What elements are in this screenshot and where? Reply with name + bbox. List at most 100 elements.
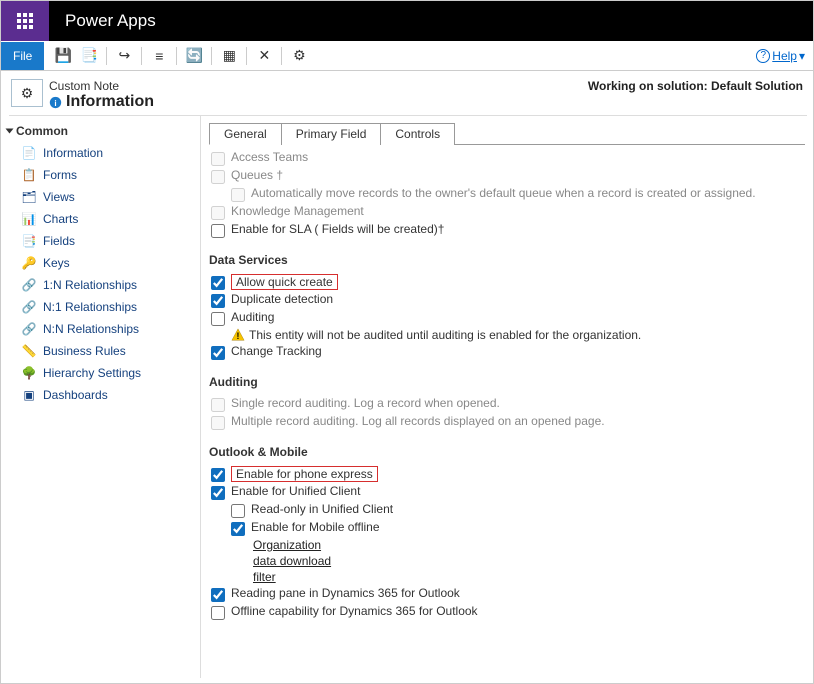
sidebar-item-label: Dashboards bbox=[43, 388, 108, 402]
file-button[interactable]: File bbox=[1, 42, 44, 70]
share-icon[interactable]: ↪ bbox=[113, 45, 135, 67]
chevron-down-icon: ▾ bbox=[799, 49, 805, 63]
save-icon[interactable]: 💾 bbox=[52, 45, 74, 67]
svg-text:!: ! bbox=[237, 331, 240, 341]
label: Read-only in Unified Client bbox=[251, 502, 393, 516]
sidebar-item-hierarchy[interactable]: 🌳Hierarchy Settings bbox=[1, 362, 200, 384]
waffle-icon bbox=[17, 13, 33, 29]
label: Change Tracking bbox=[231, 344, 322, 358]
checkbox-duplicate[interactable] bbox=[211, 294, 225, 308]
label: Enable for Mobile offline bbox=[251, 520, 380, 534]
sidebar-item-keys[interactable]: 🔑Keys bbox=[1, 252, 200, 274]
checkbox-sla[interactable] bbox=[211, 224, 225, 238]
sidebar-item-forms[interactable]: 📋Forms bbox=[1, 164, 200, 186]
settings-icon[interactable]: ⚙ bbox=[288, 45, 310, 67]
save-close-icon[interactable]: 📑 bbox=[78, 45, 100, 67]
sidebar-item-label: N:1 Relationships bbox=[43, 300, 137, 314]
row-queues-sub: Automatically move records to the owner'… bbox=[209, 185, 805, 203]
checkbox-change-tracking[interactable] bbox=[211, 346, 225, 360]
checkbox-multiple-audit[interactable] bbox=[211, 416, 225, 430]
relationship-icon: 🔗 bbox=[21, 277, 37, 293]
tab-controls[interactable]: Controls bbox=[380, 123, 455, 145]
label: Single record auditing. Log a record whe… bbox=[231, 396, 500, 410]
sidebar-item-nn[interactable]: 🔗N:N Relationships bbox=[1, 318, 200, 340]
row-access-teams: Access Teams bbox=[209, 149, 805, 167]
checkbox-knowledge[interactable] bbox=[211, 206, 225, 220]
link-organization[interactable]: Organization bbox=[253, 538, 321, 552]
app-title: Power Apps bbox=[49, 11, 156, 31]
sidebar-item-label: Information bbox=[43, 146, 103, 160]
solution-label: Working on solution: Default Solution bbox=[588, 79, 803, 93]
checkbox-unified-client[interactable] bbox=[211, 486, 225, 500]
sidebar-item-label: Views bbox=[43, 190, 75, 204]
label: Multiple record auditing. Log all record… bbox=[231, 414, 605, 428]
label: This entity will not be audited until au… bbox=[249, 328, 641, 342]
checkbox-single-audit[interactable] bbox=[211, 398, 225, 412]
checkbox-phone-express[interactable] bbox=[211, 468, 225, 482]
sidebar-item-charts[interactable]: 📊Charts bbox=[1, 208, 200, 230]
sidebar-item-label: Business Rules bbox=[43, 344, 126, 358]
page-title: Information bbox=[66, 93, 154, 111]
app-launcher[interactable] bbox=[1, 1, 49, 41]
link-filter[interactable]: filter bbox=[253, 570, 276, 584]
refresh-icon[interactable]: 🔄 bbox=[183, 45, 205, 67]
row-queues: Queues † bbox=[209, 167, 805, 185]
sidebar-item-1n[interactable]: 🔗 1:N Relationships bbox=[1, 274, 200, 296]
row-auditing-note: ! This entity will not be audited until … bbox=[209, 327, 805, 343]
label-quick-create: Allow quick create bbox=[231, 274, 338, 290]
sidebar-item-label: Forms bbox=[43, 168, 77, 182]
sidebar-item-rules[interactable]: 📏Business Rules bbox=[1, 340, 200, 362]
checkbox-reading-pane[interactable] bbox=[211, 588, 225, 602]
delete-icon[interactable]: ✕ bbox=[253, 45, 275, 67]
section-auditing: Auditing bbox=[209, 375, 805, 389]
content-panel[interactable]: General Primary Field Controls Access Te… bbox=[201, 116, 813, 678]
grid-icon[interactable]: ▦ bbox=[218, 45, 240, 67]
tabstrip: General Primary Field Controls bbox=[209, 122, 805, 145]
list-icon[interactable]: ≡ bbox=[148, 45, 170, 67]
checkbox-queues[interactable] bbox=[211, 170, 225, 184]
checkbox-queues-sub[interactable] bbox=[231, 188, 245, 202]
row-unified-client: Enable for Unified Client bbox=[209, 483, 805, 501]
info-icon: i bbox=[49, 96, 62, 109]
label: Automatically move records to the owner'… bbox=[251, 186, 756, 200]
toolbar: File 💾 📑 ↪ ≡ 🔄 ▦ ✕ ⚙ ? Help ▾ bbox=[1, 41, 813, 71]
label: Auditing bbox=[231, 310, 274, 324]
row-mobile-offline: Enable for Mobile offline bbox=[209, 519, 805, 537]
charts-icon: 📊 bbox=[21, 211, 37, 227]
section-data-services: Data Services bbox=[209, 253, 805, 267]
label: Queues † bbox=[231, 168, 283, 182]
section-outlook: Outlook & Mobile bbox=[209, 445, 805, 459]
checkbox-readonly-unified[interactable] bbox=[231, 504, 245, 518]
relationship-icon: 🔗 bbox=[21, 321, 37, 337]
checkbox-mobile-offline[interactable] bbox=[231, 522, 245, 536]
checkbox-access-teams[interactable] bbox=[211, 152, 225, 166]
help-link[interactable]: ? Help ▾ bbox=[756, 49, 805, 63]
sidebar-item-fields[interactable]: 📑Fields bbox=[1, 230, 200, 252]
header-area: ⚙ Custom Note i Information Working on s… bbox=[1, 71, 813, 115]
sidebar-item-information[interactable]: 📄 Information bbox=[1, 142, 200, 164]
row-link-data: data download bbox=[209, 553, 805, 569]
label: Access Teams bbox=[231, 150, 308, 164]
sidebar-item-views[interactable]: 🗂Views bbox=[1, 186, 200, 208]
label: Reading pane in Dynamics 365 for Outlook bbox=[231, 586, 460, 600]
sidebar-section-common[interactable]: Common bbox=[1, 120, 200, 142]
sidebar-item-label: 1:N Relationships bbox=[43, 278, 137, 292]
tab-primary-field[interactable]: Primary Field bbox=[281, 123, 382, 145]
top-bar: Power Apps bbox=[1, 1, 813, 41]
dashboards-icon: ▣ bbox=[21, 387, 37, 403]
checkbox-auditing[interactable] bbox=[211, 312, 225, 326]
row-reading-pane: Reading pane in Dynamics 365 for Outlook bbox=[209, 585, 805, 603]
page-icon: 📄 bbox=[21, 145, 37, 161]
main: Common 📄 Information 📋Forms 🗂Views 📊Chart… bbox=[1, 116, 813, 678]
link-data-download[interactable]: data download bbox=[253, 554, 331, 568]
sidebar-item-dashboards[interactable]: ▣ Dashboards bbox=[1, 384, 200, 406]
row-single-audit: Single record auditing. Log a record whe… bbox=[209, 395, 805, 413]
tab-general[interactable]: General bbox=[209, 123, 282, 145]
checkbox-quick-create[interactable] bbox=[211, 276, 225, 290]
sidebar-item-n1[interactable]: 🔗N:1 Relationships bbox=[1, 296, 200, 318]
row-link-filter: filter bbox=[209, 569, 805, 585]
row-quick-create: Allow quick create bbox=[209, 273, 805, 291]
row-offline-capability: Offline capability for Dynamics 365 for … bbox=[209, 603, 805, 621]
checkbox-offline-capability[interactable] bbox=[211, 606, 225, 620]
row-duplicate: Duplicate detection bbox=[209, 291, 805, 309]
